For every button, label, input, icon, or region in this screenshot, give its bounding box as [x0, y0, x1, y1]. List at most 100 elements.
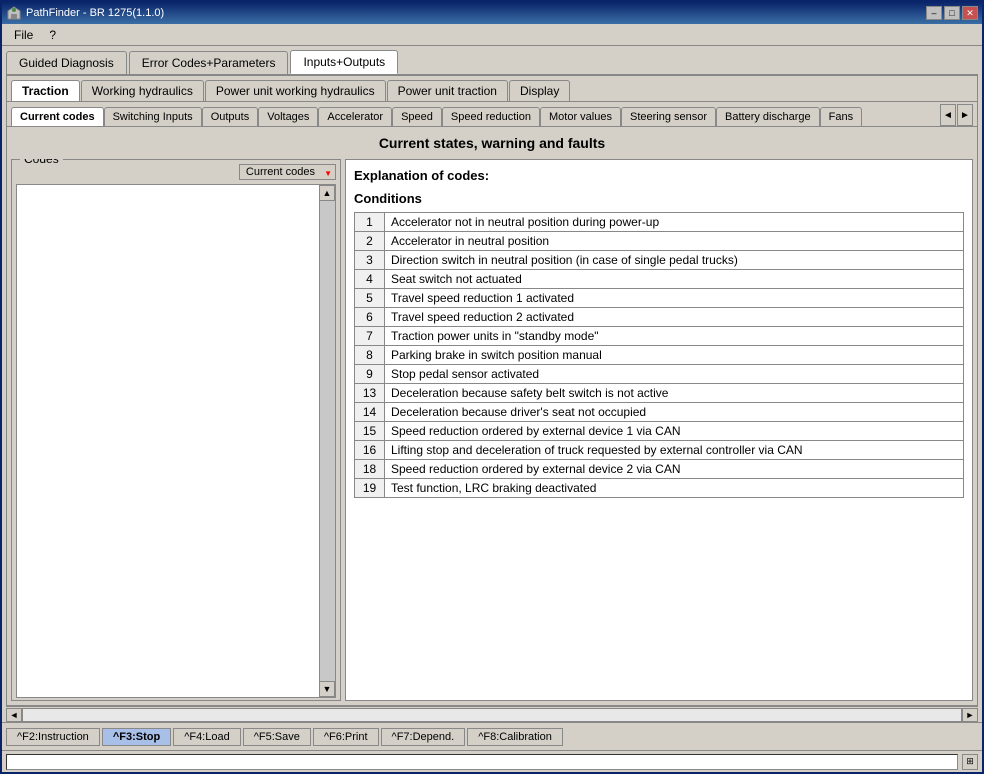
condition-code: 8: [355, 346, 385, 365]
condition-code: 14: [355, 403, 385, 422]
toolbar-f4-load[interactable]: ^F4:Load: [173, 728, 241, 746]
scroll-down-button[interactable]: ▼: [319, 681, 335, 697]
scrollbar-track: [319, 201, 335, 681]
condition-code: 5: [355, 289, 385, 308]
status-icon-button[interactable]: ⊞: [962, 754, 978, 770]
sub-tab-accelerator[interactable]: Accelerator: [318, 107, 392, 126]
h-scroll-right-button[interactable]: ►: [962, 708, 978, 722]
sub-tab-switching-inputs[interactable]: Switching Inputs: [104, 107, 202, 126]
toolbar-f3-stop[interactable]: ^F3:Stop: [102, 728, 171, 746]
table-row: 4Seat switch not actuated: [355, 270, 964, 289]
condition-code: 2: [355, 232, 385, 251]
condition-description: Direction switch in neutral position (in…: [385, 251, 964, 270]
tab-content-area: Traction Working hydraulics Power unit w…: [6, 74, 978, 706]
toolbar-f5-save[interactable]: ^F5:Save: [243, 728, 311, 746]
table-row: 15Speed reduction ordered by external de…: [355, 422, 964, 441]
sub-tab-fans[interactable]: Fans: [820, 107, 862, 126]
toolbar-f2-instruction[interactable]: ^F2:Instruction: [6, 728, 100, 746]
conditions-title: Conditions: [354, 191, 964, 206]
explanation-panel[interactable]: Explanation of codes: Conditions 1Accele…: [345, 159, 973, 701]
main-tabs: Guided Diagnosis Error Codes+Parameters …: [2, 46, 982, 74]
sub-tab-steering-sensor[interactable]: Steering sensor: [621, 107, 716, 126]
condition-description: Speed reduction ordered by external devi…: [385, 460, 964, 479]
table-row: 1Accelerator not in neutral position dur…: [355, 213, 964, 232]
explanation-title: Explanation of codes:: [354, 168, 964, 183]
menu-file[interactable]: File: [6, 26, 41, 44]
condition-code: 6: [355, 308, 385, 327]
sub-tabs-row1: Traction Working hydraulics Power unit w…: [7, 75, 977, 102]
table-row: 19Test function, LRC braking deactivated: [355, 479, 964, 498]
menu-bar: File ?: [2, 24, 982, 46]
sub-tab-outputs[interactable]: Outputs: [202, 107, 259, 126]
condition-code: 18: [355, 460, 385, 479]
sub-tab-display[interactable]: Display: [509, 80, 570, 101]
condition-code: 9: [355, 365, 385, 384]
scroll-up-button[interactable]: ▲: [319, 185, 335, 201]
condition-description: Deceleration because safety belt switch …: [385, 384, 964, 403]
condition-code: 3: [355, 251, 385, 270]
title-bar-title: PathFinder - BR 1275(1.1.0): [6, 5, 164, 21]
condition-code: 7: [355, 327, 385, 346]
minimize-button[interactable]: –: [926, 6, 942, 20]
tab-inputs-outputs[interactable]: Inputs+Outputs: [290, 50, 398, 74]
tab-nav-prev[interactable]: ◄: [940, 104, 956, 126]
status-bar: ⊞: [2, 750, 982, 772]
conditions-table: 1Accelerator not in neutral position dur…: [354, 212, 964, 498]
sub-tab-traction[interactable]: Traction: [11, 80, 80, 101]
maximize-button[interactable]: □: [944, 6, 960, 20]
sub-tabs-row2: Current codes Switching Inputs Outputs V…: [7, 102, 977, 127]
table-row: 8Parking brake in switch position manual: [355, 346, 964, 365]
condition-description: Parking brake in switch position manual: [385, 346, 964, 365]
sub-tab-power-unit-working-hydraulics[interactable]: Power unit working hydraulics: [205, 80, 386, 101]
content-panels: Codes Current codes ▼ ▲ ▼: [7, 159, 977, 705]
condition-code: 1: [355, 213, 385, 232]
condition-code: 19: [355, 479, 385, 498]
condition-description: Travel speed reduction 1 activated: [385, 289, 964, 308]
tab-error-codes[interactable]: Error Codes+Parameters: [129, 51, 289, 74]
current-codes-button[interactable]: Current codes ▼: [239, 164, 336, 180]
condition-description: Traction power units in "standby mode": [385, 327, 964, 346]
table-row: 18Speed reduction ordered by external de…: [355, 460, 964, 479]
toolbar-f7-depend[interactable]: ^F7:Depend.: [381, 728, 466, 746]
condition-description: Seat switch not actuated: [385, 270, 964, 289]
sub-tab-working-hydraulics[interactable]: Working hydraulics: [81, 80, 204, 101]
sub-tab-battery-discharge[interactable]: Battery discharge: [716, 107, 820, 126]
tab-guided-diagnosis[interactable]: Guided Diagnosis: [6, 51, 127, 74]
tab-nav-buttons: ◄ ►: [940, 104, 973, 126]
toolbar-f6-print[interactable]: ^F6:Print: [313, 728, 379, 746]
codes-label: Codes: [20, 159, 63, 166]
condition-description: Accelerator not in neutral position duri…: [385, 213, 964, 232]
condition-description: Lifting stop and deceleration of truck r…: [385, 441, 964, 460]
sub-tab-motor-values[interactable]: Motor values: [540, 107, 621, 126]
sub-tab-speed-reduction[interactable]: Speed reduction: [442, 107, 540, 126]
close-button[interactable]: ✕: [962, 6, 978, 20]
app-body: Guided Diagnosis Error Codes+Parameters …: [2, 46, 982, 772]
status-input[interactable]: [6, 754, 958, 770]
tab-nav-next[interactable]: ►: [957, 104, 973, 126]
table-row: 14Deceleration because driver's seat not…: [355, 403, 964, 422]
condition-code: 4: [355, 270, 385, 289]
table-row: 5Travel speed reduction 1 activated: [355, 289, 964, 308]
horizontal-scrollbar: ◄ ►: [6, 706, 978, 722]
condition-description: Accelerator in neutral position: [385, 232, 964, 251]
codes-panel: Codes Current codes ▼ ▲ ▼: [11, 159, 341, 701]
codes-list[interactable]: ▲ ▼: [16, 184, 336, 698]
condition-description: Stop pedal sensor activated: [385, 365, 964, 384]
sub-tab-current-codes[interactable]: Current codes: [11, 107, 104, 126]
toolbar-f8-calibration[interactable]: ^F8:Calibration: [467, 728, 563, 746]
sub-tab-voltages[interactable]: Voltages: [258, 107, 318, 126]
table-row: 13Deceleration because safety belt switc…: [355, 384, 964, 403]
h-scroll-track[interactable]: [22, 708, 962, 722]
dropdown-arrow-icon: ▼: [324, 169, 332, 178]
condition-code: 13: [355, 384, 385, 403]
sub-tab-speed[interactable]: Speed: [392, 107, 442, 126]
table-row: 9Stop pedal sensor activated: [355, 365, 964, 384]
h-scroll-left-button[interactable]: ◄: [6, 708, 22, 722]
condition-description: Speed reduction ordered by external devi…: [385, 422, 964, 441]
title-bar-controls: – □ ✕: [926, 6, 978, 20]
table-row: 6Travel speed reduction 2 activated: [355, 308, 964, 327]
condition-description: Test function, LRC braking deactivated: [385, 479, 964, 498]
menu-help[interactable]: ?: [41, 26, 64, 44]
title-bar: PathFinder - BR 1275(1.1.0) – □ ✕: [2, 2, 982, 24]
sub-tab-power-unit-traction[interactable]: Power unit traction: [387, 80, 508, 101]
